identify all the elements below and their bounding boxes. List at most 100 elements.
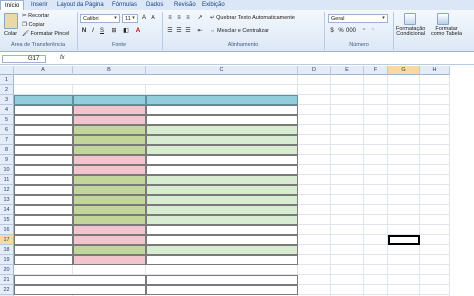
grid-cell[interactable]	[298, 145, 331, 155]
grid-cell[interactable]	[420, 225, 450, 235]
grade-cell[interactable]	[73, 185, 146, 195]
grid-cell[interactable]	[388, 125, 420, 135]
conditional-format-icon[interactable]	[404, 13, 416, 25]
grid-cell[interactable]	[388, 75, 420, 85]
grid-cell[interactable]	[420, 135, 450, 145]
student-name-cell[interactable]	[14, 115, 73, 125]
grid-cell[interactable]	[331, 255, 364, 265]
status-cell[interactable]	[146, 245, 298, 255]
grid-cell[interactable]	[298, 135, 331, 145]
grid-cell[interactable]	[298, 115, 331, 125]
grid-cell[interactable]	[364, 215, 388, 225]
grid-cell[interactable]	[364, 275, 388, 285]
student-name-cell[interactable]	[14, 165, 73, 175]
grid-cell[interactable]	[364, 115, 388, 125]
grade-cell[interactable]	[73, 175, 146, 185]
paste-button[interactable]: Colar	[4, 31, 17, 37]
grid-cell[interactable]	[364, 135, 388, 145]
status-cell[interactable]	[146, 175, 298, 185]
grid-cell[interactable]	[364, 285, 388, 295]
align-middle-icon[interactable]: ≡	[175, 14, 183, 22]
row-header[interactable]: 6	[0, 125, 14, 135]
grade-cell[interactable]	[73, 105, 146, 115]
student-name-cell[interactable]	[14, 175, 73, 185]
grid-cell[interactable]	[298, 275, 331, 285]
grid-cell[interactable]	[364, 85, 388, 95]
active-cell-selection[interactable]	[388, 235, 420, 245]
grid-cell[interactable]	[331, 175, 364, 185]
thousands-icon[interactable]: 000	[346, 27, 356, 35]
grid-cell[interactable]	[364, 185, 388, 195]
column-header[interactable]: E	[331, 66, 364, 75]
row-header[interactable]: 5	[0, 115, 14, 125]
grid-cell[interactable]	[331, 195, 364, 205]
grade-cell[interactable]	[73, 205, 146, 215]
grid-cell[interactable]	[420, 235, 450, 245]
shrink-font-icon[interactable]: A	[149, 14, 157, 22]
row-header[interactable]: 9	[0, 155, 14, 165]
grid-cell[interactable]	[298, 185, 331, 195]
student-name-cell[interactable]	[14, 135, 73, 145]
grid-cell[interactable]	[14, 85, 73, 95]
row-header[interactable]: 16	[0, 225, 14, 235]
row-header[interactable]: 17	[0, 235, 14, 245]
grid-cell[interactable]	[146, 265, 298, 275]
grid-cell[interactable]	[420, 265, 450, 275]
grid-cell[interactable]	[298, 205, 331, 215]
student-name-cell[interactable]	[14, 185, 73, 195]
grid-cell[interactable]	[420, 85, 450, 95]
grid-cell[interactable]	[298, 265, 331, 275]
status-cell[interactable]	[146, 195, 298, 205]
row-header[interactable]: 3	[0, 95, 14, 105]
grow-font-icon[interactable]: A	[140, 14, 148, 22]
grade-cell[interactable]	[73, 155, 146, 165]
grid-cell[interactable]	[364, 225, 388, 235]
grid-cell[interactable]	[364, 165, 388, 175]
grid-cell[interactable]	[388, 165, 420, 175]
column-header[interactable]: G	[388, 66, 420, 75]
student-name-cell[interactable]	[14, 145, 73, 155]
column-header[interactable]: B	[73, 66, 146, 75]
grid-cell[interactable]	[331, 135, 364, 145]
grid-cell[interactable]	[420, 145, 450, 155]
grid-cell[interactable]	[420, 155, 450, 165]
grid-cell[interactable]	[298, 195, 331, 205]
grid-cell[interactable]	[364, 265, 388, 275]
grid-cell[interactable]	[388, 115, 420, 125]
student-name-cell[interactable]	[14, 195, 73, 205]
status-cell[interactable]	[146, 135, 298, 145]
grid-cell[interactable]	[388, 185, 420, 195]
grid-cell[interactable]	[364, 75, 388, 85]
font-size-select[interactable]: 11 ▾	[122, 14, 138, 23]
row-header[interactable]: 4	[0, 105, 14, 115]
status-cell[interactable]	[146, 105, 298, 115]
cut-button[interactable]: ✂ Recortar	[22, 13, 49, 19]
row-header[interactable]: 14	[0, 205, 14, 215]
row-header[interactable]: 15	[0, 215, 14, 225]
grid-cell[interactable]	[420, 175, 450, 185]
grade-cell[interactable]	[73, 135, 146, 145]
grid-cell[interactable]	[298, 155, 331, 165]
ribbon-tab[interactable]: Inserir	[27, 0, 52, 10]
column-header[interactable]: H	[420, 66, 450, 75]
grid-cell[interactable]	[298, 215, 331, 225]
grid-cell[interactable]	[331, 125, 364, 135]
borders-icon[interactable]: ⊞	[110, 27, 118, 35]
student-name-cell[interactable]	[14, 205, 73, 215]
status-cell[interactable]	[146, 115, 298, 125]
ribbon-tab[interactable]: Início	[0, 0, 25, 10]
grid-cell[interactable]	[298, 245, 331, 255]
grid-cell[interactable]	[388, 195, 420, 205]
grid-cell[interactable]	[364, 195, 388, 205]
ribbon-tab[interactable]: Dados	[142, 0, 167, 10]
grid-cell[interactable]	[420, 165, 450, 175]
percent-icon[interactable]: %	[337, 27, 345, 35]
grid-cell[interactable]	[298, 235, 331, 245]
row-header[interactable]: 18	[0, 245, 14, 255]
grid-cell[interactable]	[420, 75, 450, 85]
column-header[interactable]: A	[14, 66, 73, 75]
grade-cell[interactable]	[73, 125, 146, 135]
status-cell[interactable]	[146, 225, 298, 235]
decrease-decimal-icon[interactable]: ⁻	[369, 27, 377, 35]
row-header[interactable]: 8	[0, 145, 14, 155]
